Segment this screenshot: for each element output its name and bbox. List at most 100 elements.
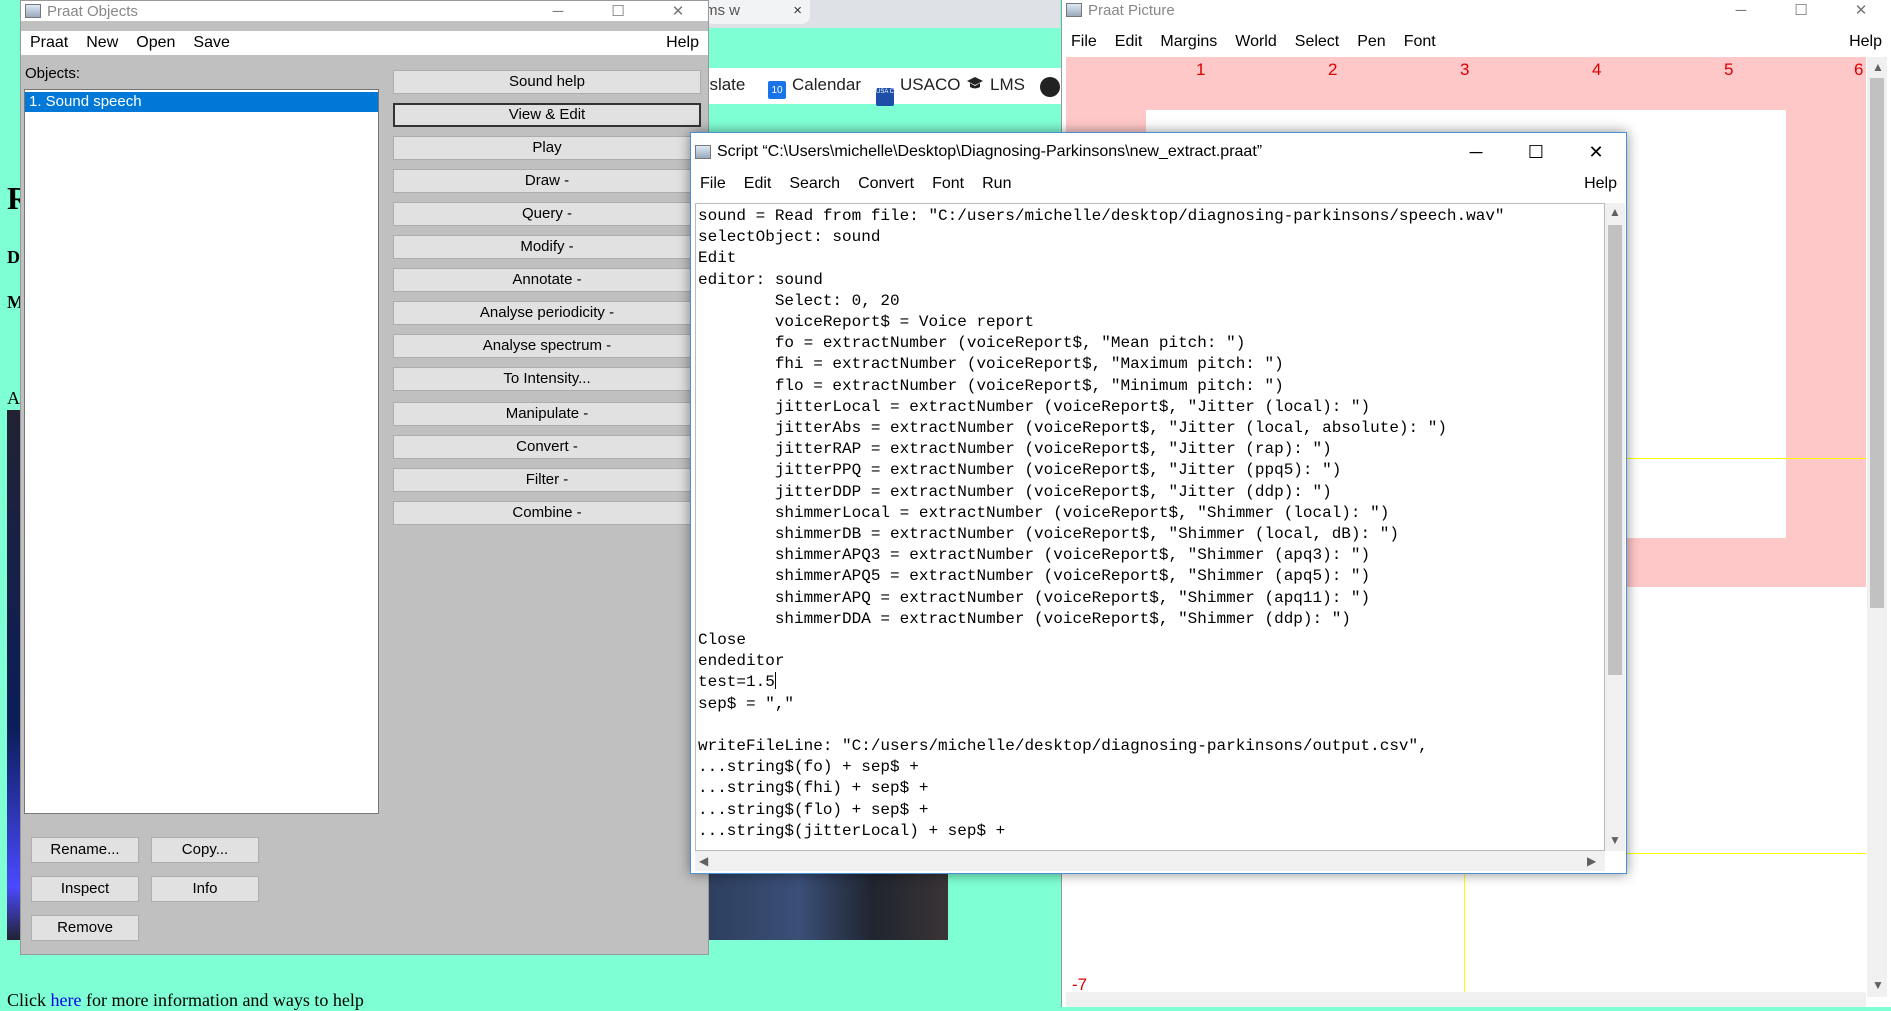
script-titlebar[interactable]: Script “C:\Users\michelle\Desktop\Diagno… [691,133,1626,171]
bookmark-lms[interactable]: LMS [966,75,1025,95]
info-button[interactable]: Info [151,876,259,902]
scroll-left-icon[interactable]: ◀ [699,854,708,868]
to-intensity-button[interactable]: To Intensity... [393,367,701,391]
script-menu-file[interactable]: File [691,175,735,193]
maximize-icon[interactable]: ☐ [1506,142,1566,163]
script-menu-font[interactable]: Font [923,175,973,193]
picture-scroll-thumb[interactable] [1870,78,1884,608]
remove-button[interactable]: Remove [31,915,139,941]
modify-button[interactable]: Modify - [393,235,701,259]
combine-button[interactable]: Combine - [393,501,701,525]
manipulate-button[interactable]: Manipulate - [393,402,701,426]
script-menu-search[interactable]: Search [780,175,849,193]
objects-menu-new[interactable]: New [77,34,127,52]
script-menu-help[interactable]: Help [1575,175,1626,193]
objects-list[interactable]: 1. Sound speech [24,89,379,814]
page-photo-strip [7,410,21,940]
draw-button[interactable]: Draw - [393,169,701,193]
view-edit-button[interactable]: View & Edit [393,103,701,127]
picture-horizontal-scrollbar[interactable] [1066,992,1866,1007]
graduation-cap-icon [966,75,984,93]
bookmarks-bar: nslate 10 Calendar USA COUSACO LMS [700,68,1064,106]
script-menu-edit[interactable]: Edit [735,175,781,193]
page-letter-d: D [7,247,20,267]
objects-menubar: Praat New Open Save Help [21,31,708,55]
script-code: sound = Read from file: "C:/users/michel… [696,204,1604,844]
picture-menu-file[interactable]: File [1062,33,1106,51]
objects-titlebar[interactable]: Praat Objects ─ ☐ ✕ [21,1,708,21]
code-before-caret: sound = Read from file: "C:/users/michel… [698,207,1505,692]
ruler-label: 3 [1460,60,1470,79]
convert-button[interactable]: Convert - [393,435,701,459]
script-menubar: File Edit Search Convert Font Run Help [691,171,1626,197]
minimize-icon[interactable]: ─ [528,3,588,20]
analyse-periodicity-button[interactable]: Analyse periodicity - [393,301,701,325]
picture-menubar: File Edit Margins World Select Pen Font … [1062,30,1891,54]
objects-title: Praat Objects [47,2,138,20]
tab-close-icon[interactable]: × [793,0,802,22]
picture-menu-select[interactable]: Select [1286,33,1348,51]
picture-titlebar[interactable]: Praat Picture ─ ☐ ✕ [1062,0,1891,20]
praat-app-icon [695,145,711,159]
script-title: Script “C:\Users\michelle\Desktop\Diagno… [717,143,1263,160]
close-icon[interactable]: ✕ [1831,1,1891,19]
ruler-label: 4 [1592,60,1602,79]
minimize-icon[interactable]: ─ [1446,142,1506,163]
browser-tab-label: ms w [705,2,740,19]
text-caret [774,672,776,690]
editor-scroll-thumb[interactable] [1608,225,1622,675]
maximize-icon[interactable]: ☐ [1771,1,1831,19]
praat-app-icon [25,4,41,18]
sound-help-button[interactable]: Sound help [393,70,701,94]
query-button[interactable]: Query - [393,202,701,226]
list-item[interactable]: 1. Sound speech [25,92,378,112]
filter-button[interactable]: Filter - [393,468,701,492]
scroll-up-icon[interactable]: ▲ [1872,60,1884,74]
ruler-label: 6 [1854,60,1864,79]
code-after-caret: sep$ = "," writeFileLine: "C:/users/mich… [698,694,1428,840]
praat-objects-window: Praat Objects ─ ☐ ✕ Praat New Open Save … [20,0,709,955]
picture-menu-world[interactable]: World [1226,33,1286,51]
scroll-down-icon[interactable]: ▼ [1872,978,1884,992]
profile-icon[interactable] [1040,77,1060,97]
maximize-icon[interactable]: ☐ [588,2,648,20]
analyse-spectrum-button[interactable]: Analyse spectrum - [393,334,701,358]
copy-button[interactable]: Copy... [151,837,259,863]
play-button[interactable]: Play [393,136,701,160]
picture-menu-font[interactable]: Font [1395,33,1445,51]
browser-tab[interactable]: ms w × [705,0,810,24]
bookmark-usaco[interactable]: USA COUSACO [876,75,960,106]
footer-link[interactable]: here [51,990,82,1010]
close-icon[interactable]: ✕ [1566,142,1626,163]
scroll-up-icon[interactable]: ▲ [1609,205,1621,219]
annotate-button[interactable]: Annotate - [393,268,701,292]
script-menu-convert[interactable]: Convert [849,175,923,193]
ruler-label: 2 [1328,60,1338,79]
objects-menu-praat[interactable]: Praat [21,34,77,52]
page-letter-a: A [7,388,20,408]
objects-menu-open[interactable]: Open [127,34,184,52]
ruler-label: 1 [1196,60,1206,79]
scroll-down-icon[interactable]: ▼ [1609,833,1621,847]
page-footer: Click here for more information and ways… [7,990,364,1010]
picture-menu-help[interactable]: Help [1840,33,1891,51]
minimize-icon[interactable]: ─ [1711,2,1771,19]
calendar-icon: 10 [768,81,786,99]
bookmark-calendar[interactable]: 10 Calendar [768,75,861,99]
close-icon[interactable]: ✕ [648,2,708,20]
picture-menu-pen[interactable]: Pen [1348,33,1394,51]
editor-horizontal-scrollbar[interactable] [695,851,1605,871]
script-menu-run[interactable]: Run [973,175,1020,193]
picture-menu-margins[interactable]: Margins [1151,33,1226,51]
rename-button[interactable]: Rename... [31,837,139,863]
praat-app-icon [1066,3,1082,17]
picture-menu-edit[interactable]: Edit [1106,33,1152,51]
objects-menu-save[interactable]: Save [184,34,238,52]
objects-menu-help[interactable]: Help [657,34,708,52]
scroll-right-icon[interactable]: ▶ [1587,854,1596,868]
objects-label: Objects: [25,65,81,82]
inspect-button[interactable]: Inspect [31,876,139,902]
ruler-label: 5 [1724,60,1734,79]
script-text-editor[interactable]: sound = Read from file: "C:/users/michel… [695,203,1605,851]
usaco-icon: USA CO [876,88,899,106]
